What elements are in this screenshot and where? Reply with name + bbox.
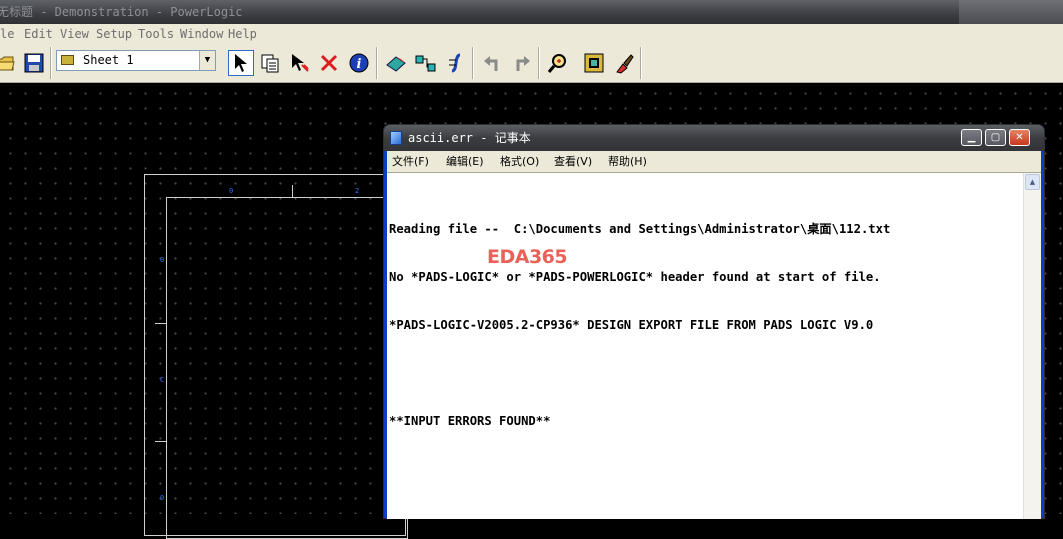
toolbar-separator	[50, 47, 52, 79]
add-part-icon	[386, 56, 406, 72]
zone-marker: 0	[229, 187, 234, 195]
open-button[interactable]	[0, 50, 18, 76]
paint-button[interactable]	[611, 50, 637, 76]
delete-icon	[320, 54, 338, 72]
app-title-bar: 无标题 - Demonstration - PowerLogic	[0, 0, 1063, 24]
open-icon	[0, 56, 15, 71]
sheet-selector[interactable]: Sheet 1 ▼	[56, 50, 216, 71]
minimize-icon: ▁	[967, 132, 976, 143]
log-line: No *PADS-LOGIC* or *PADS-POWERLOGIC* hea…	[389, 270, 881, 284]
vertical-scrollbar[interactable]: ▲	[1023, 173, 1041, 519]
chevron-down-icon[interactable]: ▼	[199, 51, 215, 70]
save-icon	[24, 53, 44, 73]
add-bus-icon	[449, 53, 461, 73]
menu-help[interactable]: Help	[228, 24, 257, 44]
zone-marker: 2	[355, 187, 360, 195]
toolbar-separator	[472, 47, 474, 79]
border-tick	[155, 441, 166, 442]
menu-setup[interactable]: Setup	[96, 24, 132, 44]
info-button[interactable]: i	[346, 50, 372, 76]
add-part-button[interactable]	[383, 50, 409, 76]
select-button[interactable]	[228, 50, 254, 76]
zone-marker: 0	[160, 494, 165, 502]
menu-edit[interactable]: Edit	[24, 24, 53, 44]
minimize-button[interactable]: ▁	[961, 129, 982, 146]
undo-icon	[484, 56, 498, 71]
menubar: le Edit View Setup Tools Window Help	[0, 24, 1063, 44]
border-tick	[155, 323, 166, 324]
close-button[interactable]: ✕	[1009, 129, 1030, 146]
app-title: 无标题 - Demonstration - PowerLogic	[0, 5, 243, 19]
zone-marker: C	[160, 376, 165, 384]
menu-tools[interactable]: Tools	[138, 24, 174, 44]
notepad-icon	[390, 131, 402, 145]
log-line: *PADS-LOGIC-V2005.2-CP936* DESIGN EXPORT…	[389, 318, 874, 332]
toolbar-separator	[538, 47, 540, 79]
redo-icon	[516, 56, 530, 71]
error-log-text: Reading file -- C:\Documents and Setting…	[389, 189, 1021, 461]
notepad-menu-view[interactable]: 查看(V)	[554, 151, 592, 172]
add-bus-button[interactable]	[443, 50, 469, 76]
scroll-up-icon[interactable]: ▲	[1025, 174, 1040, 190]
undo-button[interactable]	[479, 50, 505, 76]
zone-marker: 0	[160, 256, 165, 264]
notepad-menu-help[interactable]: 帮助(H)	[608, 151, 647, 172]
notepad-menubar: 文件(F) 编辑(E) 格式(O) 查看(V) 帮助(H)	[387, 151, 1041, 172]
menu-window[interactable]: Window	[180, 24, 223, 44]
delete-button[interactable]	[316, 50, 342, 76]
info-icon: i	[349, 53, 369, 73]
paint-icon	[616, 54, 634, 74]
redo-button[interactable]	[509, 50, 535, 76]
menu-file[interactable]: le	[0, 24, 14, 44]
copy-icon	[261, 54, 279, 73]
watermark-text: EDA365	[487, 246, 568, 268]
svg-text:i: i	[357, 57, 362, 72]
find-icon	[547, 54, 566, 73]
log-line: **INPUT ERRORS FOUND**	[389, 414, 551, 428]
notepad-text-area[interactable]: Reading file -- C:\Documents and Setting…	[387, 172, 1041, 519]
notepad-title-bar[interactable]: ascii.err - 记事本 ▁ ▢ ✕	[384, 125, 1044, 151]
toolbar-separator	[376, 47, 378, 79]
maximize-button[interactable]: ▢	[985, 129, 1006, 146]
zoom-icon	[584, 53, 604, 73]
menu-view[interactable]: View	[60, 24, 89, 44]
sheet-inner-border	[166, 197, 408, 539]
zoom-button[interactable]	[581, 50, 607, 76]
notepad-window: ascii.err - 记事本 ▁ ▢ ✕ 文件(F) 编辑(E) 格式(O) …	[383, 124, 1045, 519]
maximize-icon: ▢	[990, 132, 1001, 143]
sheet-selector-value: Sheet 1	[83, 53, 134, 67]
select-filter-icon	[292, 54, 309, 72]
notepad-menu-format[interactable]: 格式(O)	[500, 151, 539, 172]
close-icon: ✕	[1015, 132, 1024, 143]
notepad-menu-file[interactable]: 文件(F)	[392, 151, 429, 172]
select-filter-button[interactable]	[287, 50, 313, 76]
add-connection-icon	[415, 55, 436, 72]
title-bar-right	[959, 0, 1063, 24]
log-line: Reading file -- C:\Documents and Setting…	[389, 222, 891, 236]
save-button[interactable]	[21, 50, 47, 76]
find-button[interactable]	[545, 50, 571, 76]
select-arrow-icon	[235, 54, 247, 72]
copy-button[interactable]	[257, 50, 283, 76]
notepad-title: ascii.err - 记事本	[408, 131, 531, 145]
border-tick	[292, 185, 293, 197]
notepad-menu-edit[interactable]: 编辑(E)	[446, 151, 484, 172]
add-connection-button[interactable]	[413, 50, 439, 76]
toolbar-separator	[640, 47, 642, 79]
sheet-icon	[61, 55, 74, 65]
